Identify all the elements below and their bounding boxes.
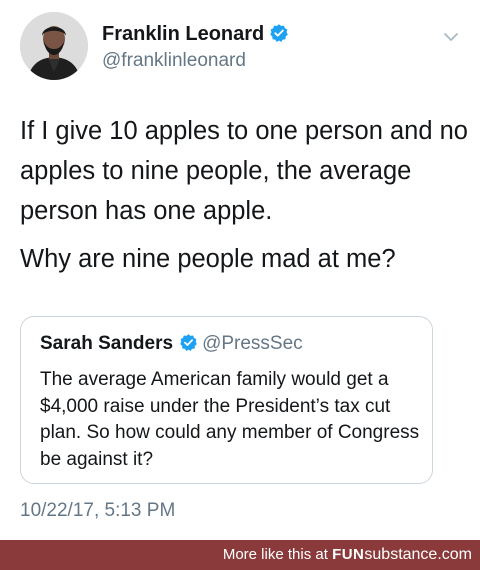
quoted-tweet-header: Sarah Sanders @PressSec: [40, 333, 303, 355]
tweet-card: Franklin Leonard @franklinleonard If I g…: [0, 0, 480, 540]
quoted-tweet-text: The average American family would get a …: [40, 369, 420, 470]
tweet-text-paragraph: Why are nine people mad at me?: [20, 245, 396, 273]
quoted-author-name: Sarah Sanders: [40, 333, 174, 354]
watermark-footer: More like this at FUNsubstance.com: [0, 540, 480, 570]
avatar[interactable]: [20, 12, 88, 80]
author-handle[interactable]: @franklinleonard: [102, 50, 246, 72]
tweet-text: If I give 10 apples to one person and no…: [20, 111, 470, 279]
author-name-row[interactable]: Franklin Leonard: [102, 23, 289, 46]
tweet-timestamp[interactable]: 10/22/17, 5:13 PM: [20, 500, 175, 522]
watermark-brand-bold: FUN: [332, 546, 365, 563]
verified-badge-icon: [270, 24, 288, 42]
tweet-text-paragraph: If I give 10 apples to one person and no…: [20, 117, 468, 225]
avatar-image: [20, 12, 88, 80]
quoted-tweet[interactable]: Sarah Sanders @PressSec The average Amer…: [20, 316, 433, 484]
author-name[interactable]: Franklin Leonard: [102, 23, 264, 45]
watermark-text: More like this at FUNsubstance.com: [223, 547, 472, 563]
verified-badge-icon: [180, 334, 197, 352]
quoted-author-handle: @PressSec: [202, 333, 303, 354]
chevron-down-icon[interactable]: [440, 26, 462, 48]
watermark-brand-rest: substance.com: [364, 546, 472, 563]
watermark-prefix: More like this at: [222, 546, 328, 563]
